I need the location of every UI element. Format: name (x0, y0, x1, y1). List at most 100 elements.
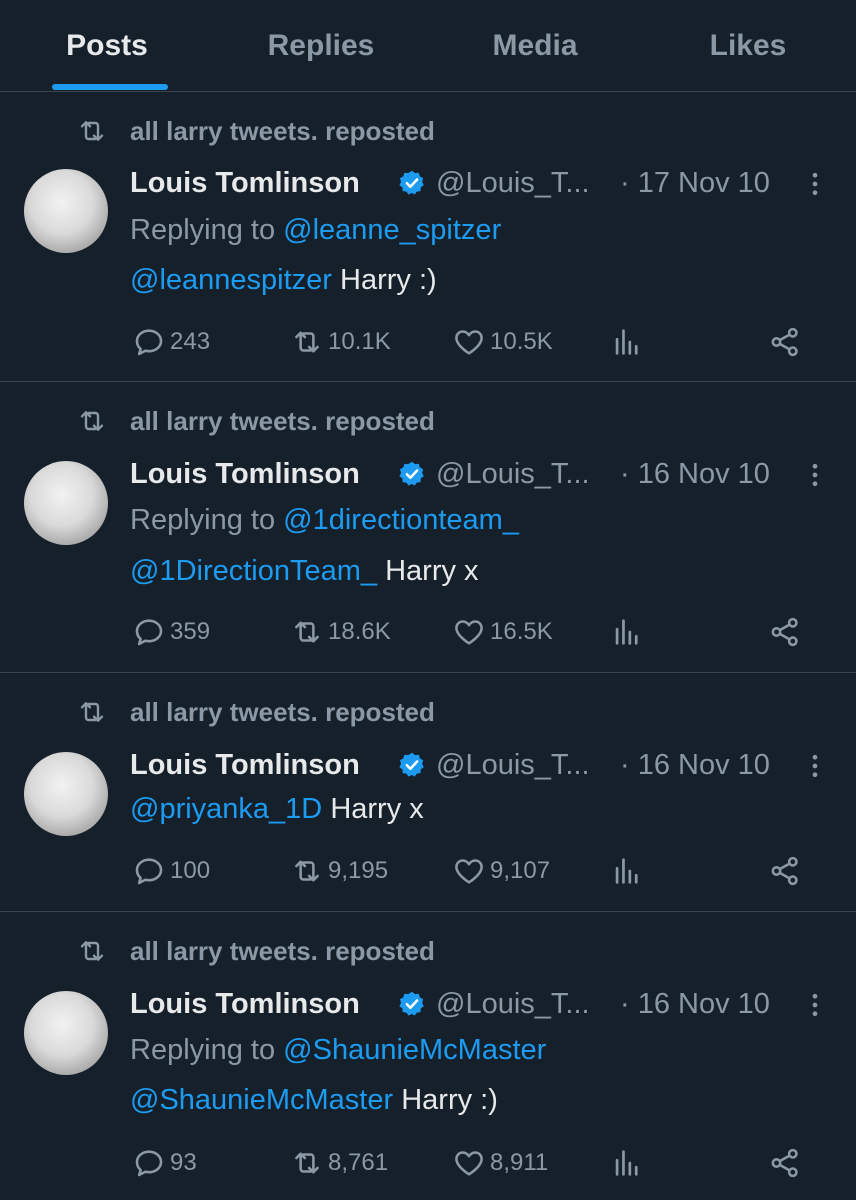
replying-to-link[interactable]: @ShaunieMcMaster (283, 1034, 546, 1066)
repost-label: all larry tweets. reposted (130, 936, 435, 966)
mention-link[interactable]: @priyanka_1D (130, 793, 322, 825)
mention-link[interactable]: @ShaunieMcMaster (130, 1084, 393, 1116)
tweet-actions: 243 10.1K 10.5K (0, 322, 856, 362)
tweet-item[interactable]: all larry tweets. reposted Louis Tomlins… (0, 674, 856, 912)
tweet-text: @priyanka_1D Harry x (130, 789, 424, 829)
tab-replies[interactable]: Replies (256, 0, 386, 92)
share-icon (768, 325, 802, 359)
tab-likes[interactable]: Likes (698, 0, 798, 92)
author-handle[interactable]: @Louis_T... (436, 745, 590, 785)
views-button[interactable] (610, 851, 648, 891)
reply-count: 243 (170, 328, 211, 355)
views-button[interactable] (610, 1143, 648, 1183)
tweet-header: Louis Tomlinson @Louis_T... · 17 Nov 10 (130, 163, 830, 203)
reply-button[interactable]: 100 (132, 851, 210, 891)
avatar[interactable] (24, 169, 108, 253)
tweet-item[interactable]: all larry tweets. reposted Louis Tomlins… (0, 383, 856, 673)
author-handle[interactable]: @Louis_T... (436, 163, 590, 203)
like-button[interactable]: 9,107 (452, 851, 550, 891)
repost-button[interactable]: 9,195 (290, 851, 388, 891)
share-button[interactable] (768, 851, 806, 891)
like-count: 10.5K (490, 328, 553, 355)
verified-icon (398, 990, 426, 1018)
repost-icon (76, 696, 108, 728)
tweet-date[interactable]: · 17 Nov 10 (620, 163, 770, 203)
more-options-icon[interactable] (808, 460, 822, 490)
tweet-date[interactable]: · 16 Nov 10 (620, 745, 770, 785)
replying-to-line: Replying to @leanne_spitzer (130, 210, 501, 250)
repost-button[interactable]: 8,761 (290, 1143, 388, 1183)
mention-link[interactable]: @1DirectionTeam_ (130, 555, 377, 587)
reply-icon (132, 325, 166, 359)
repost-icon (290, 854, 324, 888)
tweet-actions: 100 9,195 9,107 (0, 851, 856, 891)
views-icon (610, 615, 644, 649)
replying-to-link[interactable]: @leanne_spitzer (283, 214, 501, 246)
avatar[interactable] (24, 461, 108, 545)
replying-to-prefix: Replying to (130, 1034, 284, 1066)
repost-button[interactable]: 18.6K (290, 612, 391, 652)
tab-replies-label: Replies (267, 29, 375, 62)
tweet-body: Harry x (377, 555, 479, 587)
tab-posts-label: Posts (66, 29, 148, 62)
views-icon (610, 325, 644, 359)
views-icon (610, 854, 644, 888)
like-button[interactable]: 8,911 (452, 1143, 548, 1183)
verified-icon (398, 751, 426, 779)
share-button[interactable] (768, 612, 806, 652)
more-options-icon[interactable] (808, 169, 822, 199)
views-icon (610, 1146, 644, 1180)
like-count: 9,107 (490, 857, 551, 884)
replying-to-line: Replying to @ShaunieMcMaster (130, 1030, 546, 1070)
tab-posts[interactable]: Posts (52, 0, 168, 92)
repost-count: 8,761 (328, 1149, 389, 1176)
author-handle[interactable]: @Louis_T... (436, 454, 590, 494)
repost-icon (76, 935, 108, 967)
more-options-icon[interactable] (808, 751, 822, 781)
tweet-text: @1DirectionTeam_ Harry x (130, 551, 479, 591)
mention-link[interactable]: @leannespitzer (130, 264, 332, 296)
views-button[interactable] (610, 322, 648, 362)
share-button[interactable] (768, 322, 806, 362)
like-button[interactable]: 10.5K (452, 322, 553, 362)
replying-to-prefix: Replying to (130, 214, 284, 246)
reply-icon (132, 854, 166, 888)
repost-label: all larry tweets. reposted (130, 406, 435, 436)
avatar[interactable] (24, 752, 108, 836)
replying-to-link[interactable]: @1directionteam_ (283, 504, 519, 536)
share-icon (768, 854, 802, 888)
author-name[interactable]: Louis Tomlinson (130, 984, 360, 1024)
heart-icon (452, 854, 486, 888)
repost-context: all larry tweets. reposted (0, 401, 856, 441)
more-options-icon[interactable] (808, 990, 822, 1020)
tab-media-label: Media (492, 29, 578, 62)
reply-button[interactable]: 243 (132, 322, 210, 362)
share-icon (768, 615, 802, 649)
tweet-body: Harry :) (331, 264, 437, 296)
avatar[interactable] (24, 991, 108, 1075)
tweet-item[interactable]: all larry tweets. reposted Louis Tomlins… (0, 93, 856, 382)
author-name[interactable]: Louis Tomlinson (130, 163, 360, 203)
tweet-date[interactable]: · 16 Nov 10 (620, 984, 770, 1024)
replying-to-prefix: Replying to (130, 504, 284, 536)
heart-icon (452, 615, 486, 649)
tweet-date[interactable]: · 16 Nov 10 (620, 454, 770, 494)
tweet-item[interactable]: all larry tweets. reposted Louis Tomlins… (0, 913, 856, 1200)
views-button[interactable] (610, 612, 648, 652)
author-handle[interactable]: @Louis_T... (436, 984, 590, 1024)
like-count: 16.5K (490, 618, 553, 645)
heart-icon (452, 1146, 486, 1180)
repost-button[interactable]: 10.1K (290, 322, 391, 362)
author-name[interactable]: Louis Tomlinson (130, 454, 360, 494)
author-name[interactable]: Louis Tomlinson (130, 745, 360, 785)
reply-count: 93 (170, 1149, 197, 1176)
tweet-header: Louis Tomlinson @Louis_T... · 16 Nov 10 (130, 454, 830, 494)
reply-button[interactable]: 359 (132, 612, 210, 652)
reply-button[interactable]: 93 (132, 1143, 197, 1183)
share-button[interactable] (768, 1143, 806, 1183)
reply-count: 359 (170, 618, 211, 645)
heart-icon (452, 325, 486, 359)
like-button[interactable]: 16.5K (452, 612, 553, 652)
tab-media[interactable]: Media (476, 0, 594, 92)
tab-likes-label: Likes (709, 29, 787, 62)
